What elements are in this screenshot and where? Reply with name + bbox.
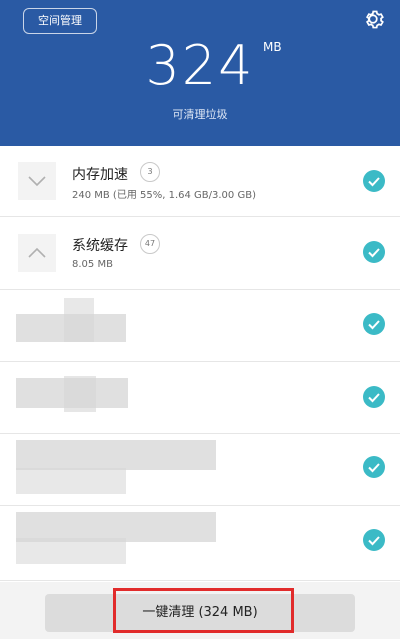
blurred-content [16, 440, 216, 470]
check-icon [368, 320, 380, 330]
blurred-content [64, 376, 96, 412]
item-detail: 240 MB (已用 55%, 1.64 GB/3.00 GB) [72, 190, 256, 201]
checkbox-checked[interactable] [363, 241, 385, 263]
header: 空间管理 324 MB 可清理垃圾 [0, 0, 400, 146]
check-icon [368, 248, 380, 258]
check-icon [368, 393, 380, 403]
blurred-content [16, 538, 126, 564]
check-icon [368, 463, 380, 473]
junk-subtitle: 可清理垃圾 [172, 108, 228, 121]
checkbox-checked[interactable] [363, 313, 385, 335]
item-count-badge: 47 [140, 234, 160, 254]
item-title: 内存加速 [72, 167, 128, 183]
list-item-blurred[interactable] [0, 362, 400, 434]
check-icon [368, 177, 380, 187]
checkbox-checked[interactable] [363, 456, 385, 478]
check-icon [368, 536, 380, 546]
item-detail: 8.05 MB [72, 259, 113, 270]
checkbox-checked[interactable] [363, 170, 385, 192]
blurred-content [16, 468, 126, 494]
chevron-down-icon[interactable] [18, 162, 56, 200]
item-title: 系统缓存 [72, 238, 128, 254]
blurred-content [64, 298, 94, 342]
checkbox-checked[interactable] [363, 529, 385, 551]
item-count-badge: 3 [140, 162, 160, 182]
list-item-blurred[interactable] [0, 434, 400, 506]
list-item-memory-boost[interactable]: 内存加速 3 240 MB (已用 55%, 1.64 GB/3.00 GB) [0, 146, 400, 217]
junk-amount: 324 [145, 34, 255, 97]
list-item-blurred[interactable] [0, 506, 400, 581]
checkbox-checked[interactable] [363, 386, 385, 408]
junk-unit: MB [263, 40, 282, 54]
list-item-blurred[interactable] [0, 290, 400, 362]
annotation-highlight-box [113, 588, 294, 633]
chevron-up-icon[interactable] [18, 234, 56, 272]
gear-icon[interactable] [360, 6, 386, 32]
list-item-system-cache[interactable]: 系统缓存 47 8.05 MB [0, 217, 400, 290]
space-management-button[interactable]: 空间管理 [23, 8, 97, 34]
